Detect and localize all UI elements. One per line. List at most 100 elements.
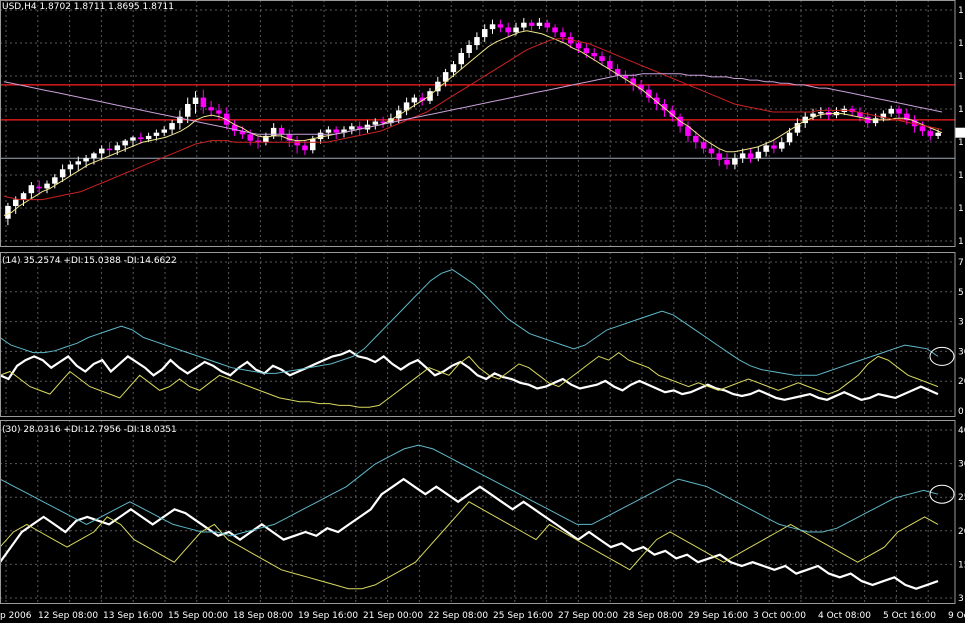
x-tick-label: 9 Oct 0 [948, 611, 965, 621]
candle-body [44, 183, 50, 189]
x-tick-label: 28 Sep 08:00 [623, 611, 683, 621]
candle-body [865, 116, 871, 124]
y-tick-label: 1 [958, 72, 964, 82]
y-tick-label: 7 [958, 258, 964, 268]
x-tick-label: 29 Sep 16:00 [688, 611, 748, 621]
candle-body [528, 22, 535, 26]
candle-body [872, 118, 879, 124]
y-tick-label: 1 [958, 138, 964, 148]
x-tick-label: 3 Oct 00:00 [753, 611, 806, 621]
x-tick-label: 19 Sep 16:00 [298, 611, 358, 621]
x-tick-label: 5 Oct 16:00 [883, 611, 936, 621]
candle-body [106, 148, 113, 151]
candle-body [310, 139, 316, 151]
candle-body [247, 134, 253, 141]
candle-body [325, 129, 332, 133]
candle-body [185, 104, 191, 117]
y-tick-label: 1 [958, 171, 964, 181]
x-tick-label: 22 Sep 08:00 [428, 611, 488, 621]
y-tick-label: 1 [958, 105, 964, 115]
candle-body [5, 206, 11, 219]
candle-body [575, 43, 582, 49]
candle-body [349, 126, 355, 130]
y-tick-label: 0 [958, 407, 964, 417]
y-tick-label: 3 [958, 594, 964, 604]
candle-body [67, 164, 74, 170]
candle-body [763, 145, 769, 152]
candle-body [294, 140, 300, 146]
candle-body [779, 142, 785, 149]
y-tick-label: 1 [958, 39, 964, 49]
candle-body [200, 97, 207, 108]
candle-body [450, 64, 457, 73]
y-tick-label: 40 [958, 426, 965, 436]
candle-body [91, 153, 97, 159]
candle-body [716, 153, 722, 160]
candle-body [755, 151, 762, 159]
candle-body [583, 48, 590, 53]
candle-body [732, 158, 738, 165]
x-tick-label: 25 Sep 16:00 [493, 611, 553, 621]
price-marker [955, 127, 965, 138]
candle-body [474, 37, 480, 46]
candle-body [552, 27, 558, 33]
candle-body [458, 53, 464, 65]
y-tick-label: 1 [958, 204, 964, 214]
candle-body [145, 135, 152, 140]
chart: USD,H4 1.8702 1.8711 1.8695 1.8711 (14) … [0, 0, 965, 623]
x-tick-label: 12 Sep 08:00 [38, 611, 98, 621]
y-tick-label: 30 [958, 347, 965, 357]
candle-body [169, 123, 175, 130]
x-axis: p 2006 12 Sep 08:00 13 Sep 16:00 15 Sep 00:… [0, 611, 965, 621]
y-tick-label: 30 [958, 460, 965, 470]
candle-body [818, 112, 824, 114]
y-tick-label: 1 [958, 6, 964, 16]
candle-body [208, 107, 214, 111]
candle-body [747, 153, 754, 159]
candle-body [411, 97, 418, 103]
candle-body [130, 137, 136, 141]
candle-body [114, 145, 121, 151]
y-tick-label: 25 [958, 493, 965, 503]
candle-body [513, 27, 519, 33]
candle-body [693, 135, 699, 143]
y-tick-label: 20 [958, 377, 965, 387]
candle-body [896, 108, 902, 114]
candle-body [591, 53, 597, 57]
candle-body [536, 22, 543, 26]
y-tick-label: 1 [958, 237, 964, 247]
candle-body [505, 27, 511, 33]
candle-body [927, 131, 933, 136]
candle-body [28, 185, 35, 194]
candle-body [771, 145, 777, 149]
x-tick-label: 18 Sep 08:00 [233, 611, 293, 621]
candle-body [521, 22, 527, 28]
y-tick-label: 20 [958, 527, 965, 537]
candle-body [317, 132, 324, 140]
candle-body [20, 193, 27, 200]
candle-body [560, 32, 566, 38]
candle-body [36, 186, 42, 189]
candle-body [192, 97, 199, 104]
candle-body [52, 177, 58, 184]
candle-body [489, 24, 496, 30]
candle-body [888, 108, 894, 114]
candle-body [497, 24, 504, 28]
price-title: USD,H4 1.8702 1.8711 1.8695 1.8711 [2, 2, 174, 12]
y-tick-label: 5 [958, 288, 964, 298]
candle-body [739, 153, 746, 159]
candle-body [708, 148, 715, 154]
candle-body [122, 140, 128, 146]
candle-body [482, 29, 488, 38]
x-tick-label: p 2006 [0, 611, 32, 621]
candle-body [700, 142, 707, 149]
candle-body [599, 56, 605, 61]
x-tick-label: 15 Sep 00:00 [168, 611, 228, 621]
candle-body [216, 110, 222, 114]
candle-body [724, 159, 730, 165]
x-tick-label: 13 Sep 16:00 [103, 611, 163, 621]
candle-body [13, 199, 19, 206]
candle-body [466, 45, 472, 53]
candle-body [161, 129, 167, 133]
candle-body [99, 148, 105, 154]
